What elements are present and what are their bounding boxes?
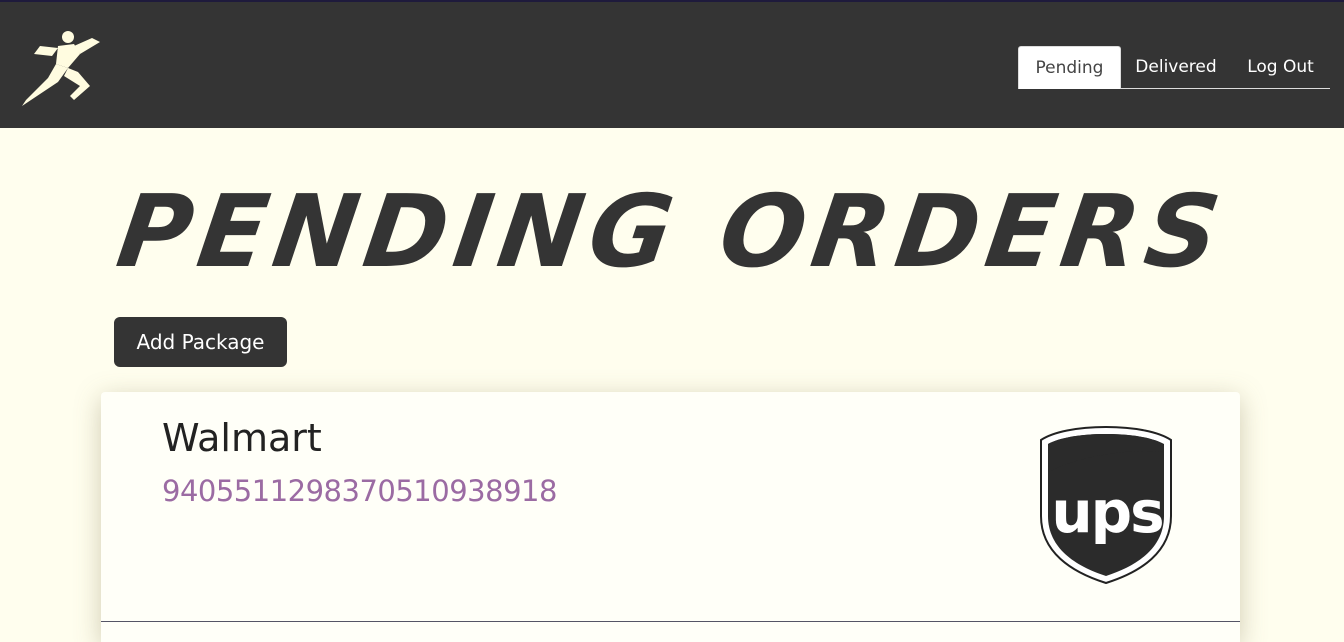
nav-tabs: Pending Delivered Log Out: [1018, 44, 1330, 89]
tab-log-out[interactable]: Log Out: [1231, 46, 1330, 88]
ups-shield-icon: ups: [1040, 425, 1172, 585]
navbar: Pending Delivered Log Out: [0, 2, 1344, 128]
tracking-number-link[interactable]: 9405511298370510938918: [162, 474, 557, 508]
package-card: Walmart 9405511298370510938918 ups: [101, 392, 1240, 642]
tab-pending[interactable]: Pending: [1018, 46, 1121, 89]
tab-delivered[interactable]: Delivered: [1121, 46, 1231, 88]
page-title: PENDING ORDERS: [110, 173, 1234, 290]
svg-text:ups: ups: [1051, 478, 1162, 546]
store-name: Walmart: [162, 416, 322, 460]
running-figure-icon[interactable]: [18, 24, 104, 108]
add-package-button[interactable]: Add Package: [114, 317, 287, 367]
card-divider: [101, 621, 1240, 622]
